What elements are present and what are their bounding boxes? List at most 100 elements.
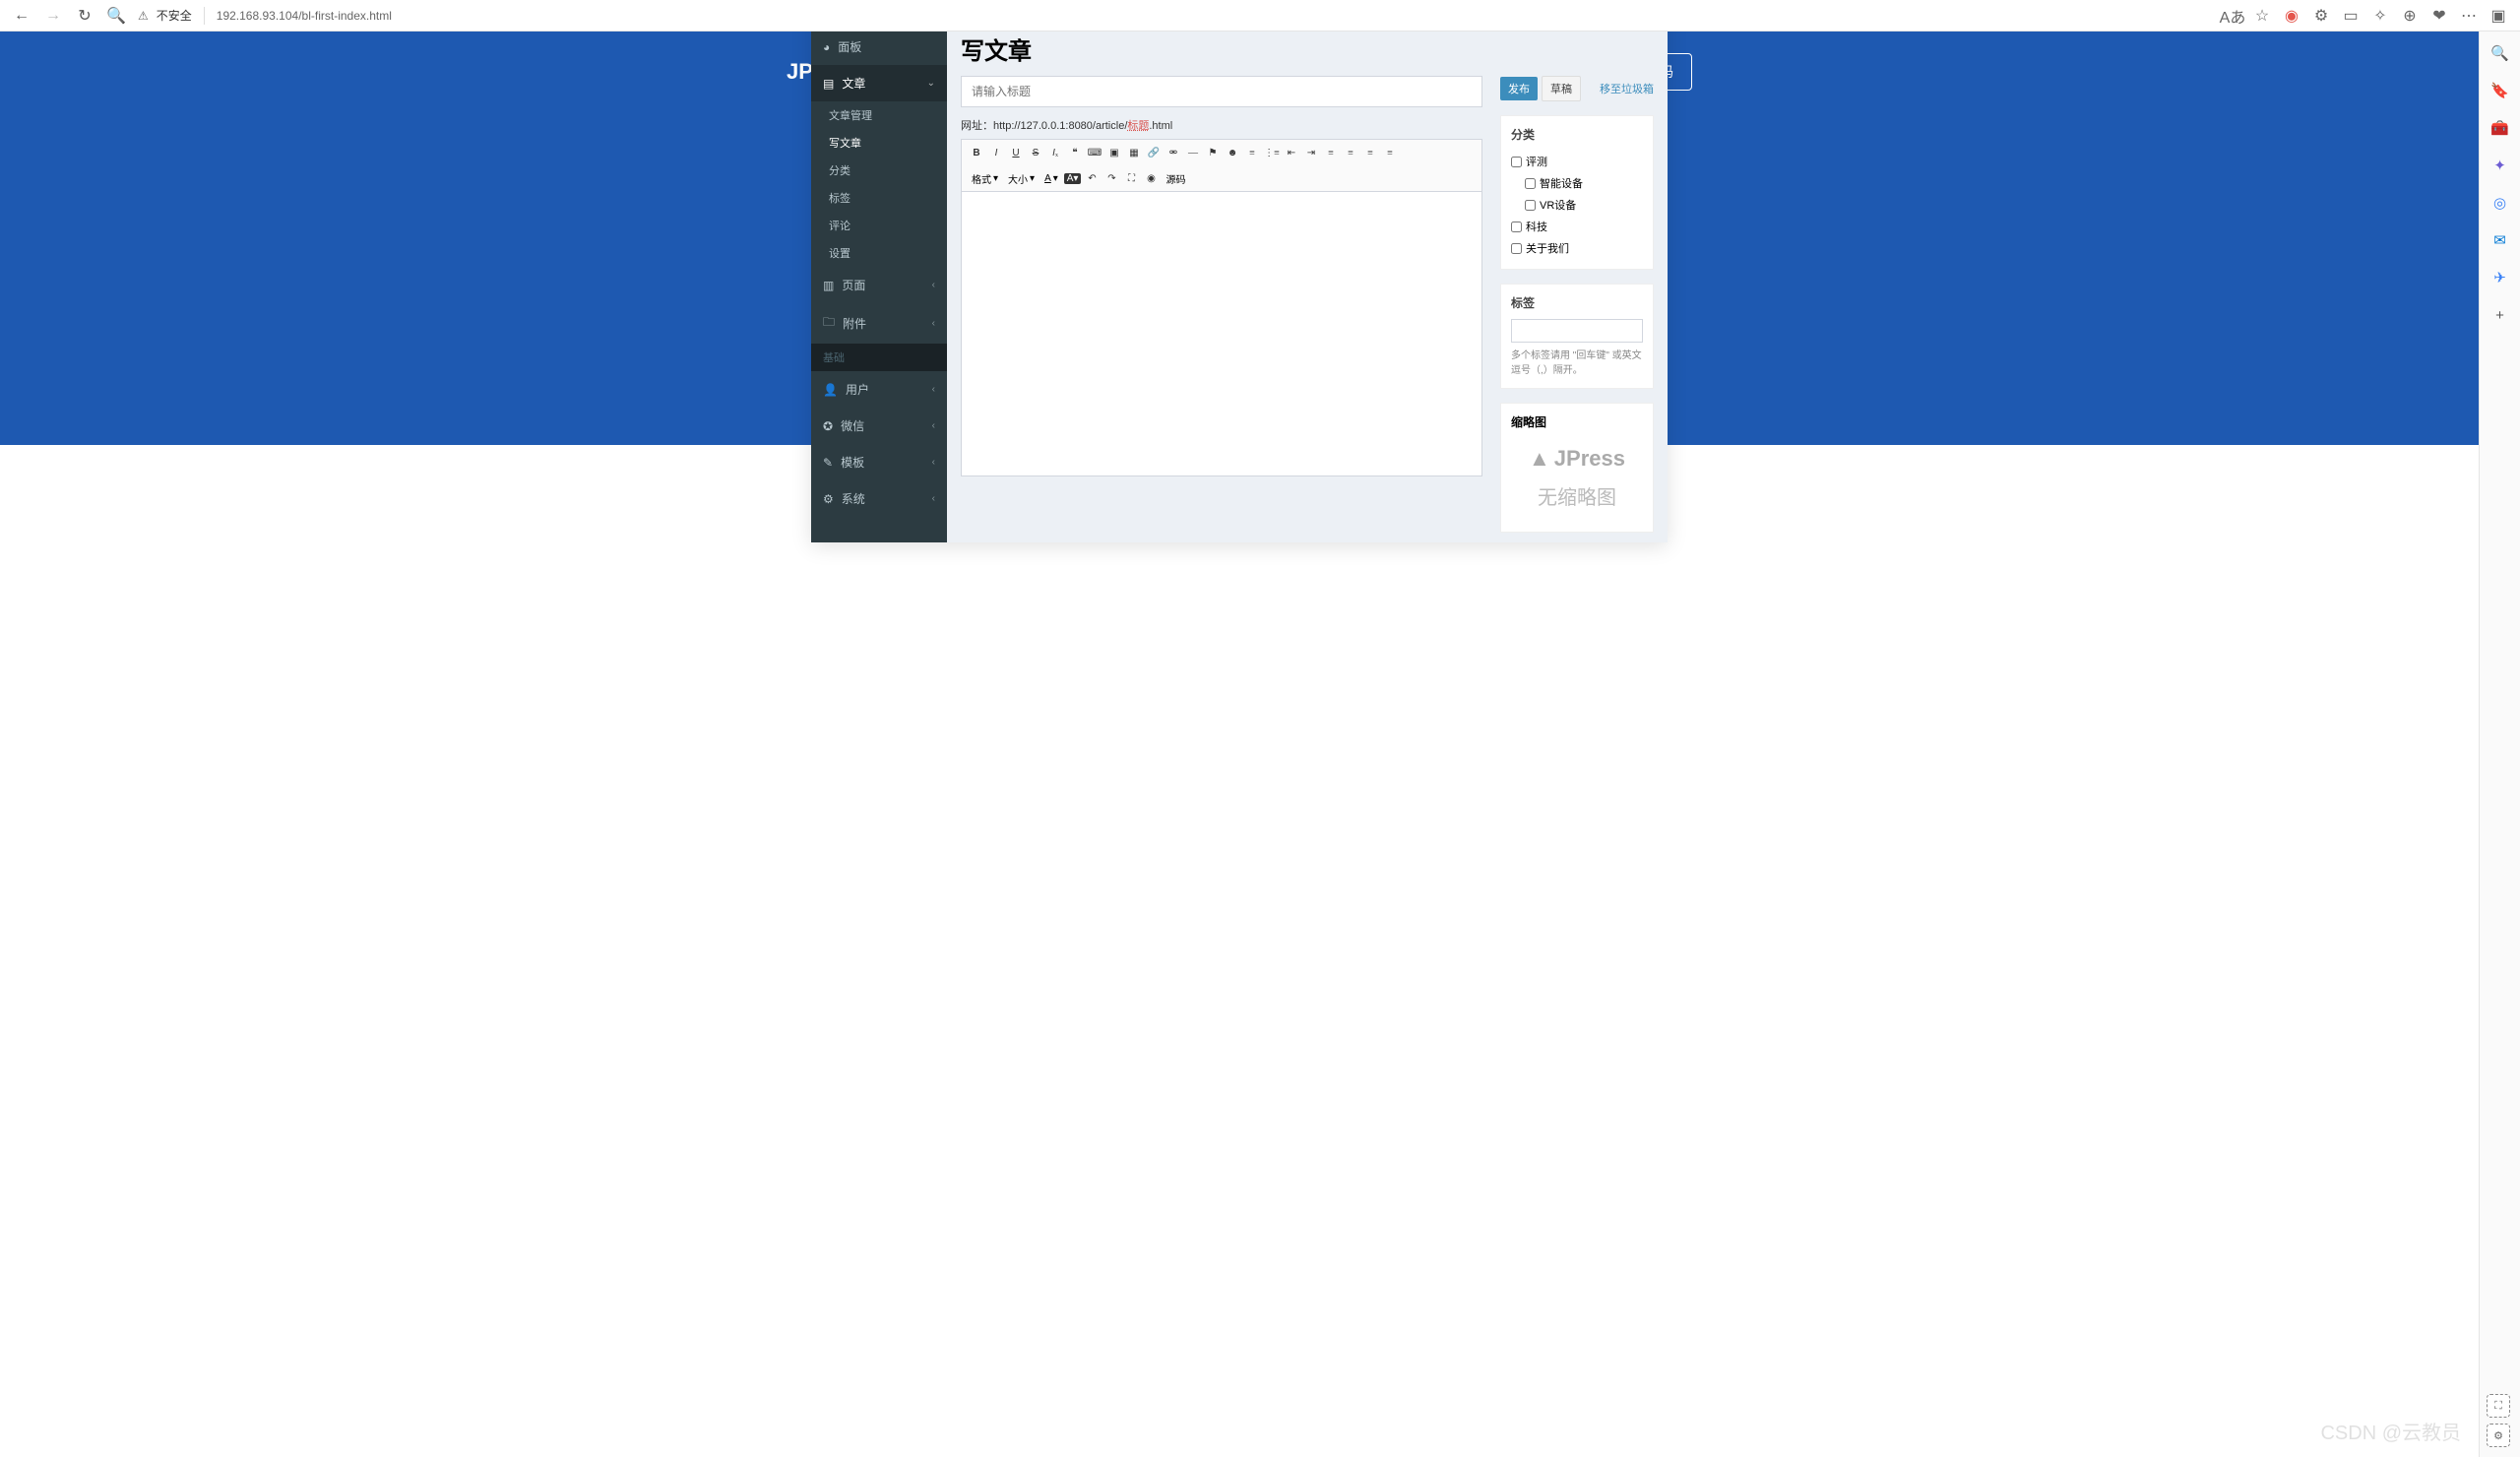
back-button[interactable]: ←: [8, 2, 35, 30]
code-button[interactable]: ⌨: [1086, 144, 1103, 161]
publish-button[interactable]: 发布: [1500, 77, 1538, 100]
side-column: 发布 草稿 移至垃圾箱 分类 评测 智能设备 VR设备 科技 关于我们: [1500, 76, 1654, 533]
sidebar-attachment[interactable]: 🗀附件‹: [811, 303, 947, 344]
chevron-left-icon: ‹: [932, 457, 935, 468]
strike-button[interactable]: S: [1027, 144, 1044, 161]
align-left-button[interactable]: ≡: [1322, 144, 1340, 161]
category-item-about[interactable]: 关于我们: [1511, 237, 1643, 259]
browser-actions: Aあ ☆ ◉ ⚙ ▭ ✧ ⊕ ❤ ⋯ ▣: [2219, 2, 2512, 30]
hr-button[interactable]: —: [1184, 144, 1202, 161]
size-select[interactable]: 大小 ▾: [1004, 171, 1039, 186]
url-slug[interactable]: 标题: [1127, 120, 1149, 132]
favorites-icon[interactable]: ✧: [2366, 2, 2394, 30]
more-button[interactable]: ⋯: [2455, 2, 2483, 30]
category-item-smart[interactable]: 智能设备: [1511, 172, 1643, 194]
favorite-button[interactable]: ☆: [2248, 2, 2276, 30]
sidebar-wechat[interactable]: ✪微信‹: [811, 408, 947, 444]
unordered-list-button[interactable]: ⋮≡: [1263, 144, 1281, 161]
italic-button[interactable]: I: [987, 144, 1005, 161]
edge-sidebar: 🔍 🔖 🧰 ✦ ◎ ✉ ✈ +: [2479, 32, 2520, 1457]
fullscreen-button[interactable]: ⛶: [1122, 169, 1140, 187]
indent-button[interactable]: ⇥: [1302, 144, 1320, 161]
reading-list-icon[interactable]: ▭: [2337, 2, 2364, 30]
checkbox[interactable]: [1511, 243, 1522, 254]
category-title: 分类: [1511, 126, 1643, 143]
undo-button[interactable]: ↶: [1083, 169, 1101, 187]
screenshot-icon[interactable]: ⛶: [2487, 1394, 2510, 1418]
link-button[interactable]: 🔗: [1145, 144, 1163, 161]
category-item-tech[interactable]: 科技: [1511, 216, 1643, 237]
refresh-button[interactable]: ↻: [71, 2, 98, 30]
redo-button[interactable]: ↷: [1102, 169, 1120, 187]
extensions-icon[interactable]: ⚙: [2307, 2, 2335, 30]
add-icon[interactable]: +: [2487, 301, 2514, 329]
trash-link[interactable]: 移至垃圾箱: [1600, 81, 1654, 96]
tag-input[interactable]: [1511, 319, 1643, 343]
shopping-icon[interactable]: 🧰: [2487, 114, 2514, 142]
sidebar-sub-settings[interactable]: 设置: [811, 239, 947, 267]
sidebar-sub-manage[interactable]: 文章管理: [811, 101, 947, 129]
category-item-vr[interactable]: VR设备: [1511, 194, 1643, 216]
sidebar-article-label: 文章: [842, 75, 865, 92]
draft-button[interactable]: 草稿: [1542, 76, 1581, 101]
sidebar-sub-category[interactable]: 分类: [811, 157, 947, 184]
sidebar-system[interactable]: ⚙系统‹: [811, 480, 947, 517]
sidebar-user[interactable]: 👤用户‹: [811, 371, 947, 408]
sidebar-page[interactable]: ▥页面‹: [811, 267, 947, 303]
tag-icon[interactable]: 🔖: [2487, 77, 2514, 104]
sidebar-sub-tag[interactable]: 标签: [811, 184, 947, 212]
chevron-down-icon: ▾: [1030, 173, 1035, 184]
sidebar-sub-comment[interactable]: 评论: [811, 212, 947, 239]
sidebar-article[interactable]: ▤文章⌄: [811, 65, 947, 101]
forward-button[interactable]: →: [39, 2, 67, 30]
align-justify-button[interactable]: ≡: [1381, 144, 1399, 161]
sidebar-template[interactable]: ✎模板‹: [811, 444, 947, 480]
bold-button[interactable]: B: [968, 144, 985, 161]
title-input[interactable]: [961, 76, 1482, 107]
emoji-button[interactable]: ☻: [1224, 144, 1241, 161]
chevron-down-icon: ⌄: [927, 78, 935, 89]
underline-button[interactable]: U: [1007, 144, 1025, 161]
sidebar-toggle[interactable]: ▣: [2485, 2, 2512, 30]
source-button[interactable]: 源码: [1162, 171, 1189, 186]
align-right-button[interactable]: ≡: [1361, 144, 1379, 161]
heart-icon[interactable]: ❤: [2426, 2, 2453, 30]
address-bar[interactable]: ⚠ 不安全 192.168.93.104/bl-first-index.html: [134, 7, 2215, 25]
editor-area[interactable]: [961, 191, 1482, 476]
wechat-icon: ✪: [823, 419, 833, 433]
puzzle-icon[interactable]: ✦: [2487, 152, 2514, 179]
bg-color-button[interactable]: A▾: [1064, 173, 1082, 184]
table-button[interactable]: ▦: [1125, 144, 1143, 161]
checkbox[interactable]: [1511, 222, 1522, 232]
security-label: 不安全: [157, 7, 192, 24]
unlink-button[interactable]: ⚮: [1165, 144, 1182, 161]
alpha-label[interactable]: Aあ: [2219, 2, 2246, 30]
preview-button[interactable]: ◉: [1142, 169, 1160, 187]
office-icon[interactable]: ◎: [2487, 189, 2514, 217]
clear-format-button[interactable]: Iₓ: [1046, 144, 1064, 161]
copilot-icon[interactable]: ◉: [2278, 2, 2305, 30]
search-button[interactable]: 🔍: [102, 2, 130, 30]
page-scroll[interactable]: JPress 首页 文章 关于 下载源码 JPress，开源，国产，更轻，更快。…: [0, 32, 2479, 1457]
checkbox[interactable]: [1511, 157, 1522, 167]
settings-float-icon[interactable]: ⚙: [2487, 1424, 2510, 1447]
checkbox[interactable]: [1525, 200, 1536, 211]
send-icon[interactable]: ✈: [2487, 264, 2514, 291]
category-item-review[interactable]: 评测: [1511, 151, 1643, 172]
quote-button[interactable]: ❝: [1066, 144, 1084, 161]
sidebar-dashboard[interactable]: ◕面板: [811, 32, 947, 65]
outlook-icon[interactable]: ✉: [2487, 226, 2514, 254]
outdent-button[interactable]: ⇤: [1283, 144, 1300, 161]
sidebar-sub-write[interactable]: 写文章: [811, 129, 947, 157]
search-icon[interactable]: 🔍: [2487, 39, 2514, 67]
format-select[interactable]: 格式 ▾: [968, 171, 1002, 186]
align-center-button[interactable]: ≡: [1342, 144, 1359, 161]
thumb-body[interactable]: ▲JPress 无缩略图: [1501, 434, 1653, 532]
collections-icon[interactable]: ⊕: [2396, 2, 2424, 30]
thumbnail-panel: 缩略图 ▲JPress 无缩略图: [1500, 403, 1654, 533]
checkbox[interactable]: [1525, 178, 1536, 189]
ordered-list-button[interactable]: ≡: [1243, 144, 1261, 161]
special-char-button[interactable]: ⚑: [1204, 144, 1222, 161]
font-color-button[interactable]: A▾: [1040, 173, 1062, 184]
image-button[interactable]: ▣: [1105, 144, 1123, 161]
